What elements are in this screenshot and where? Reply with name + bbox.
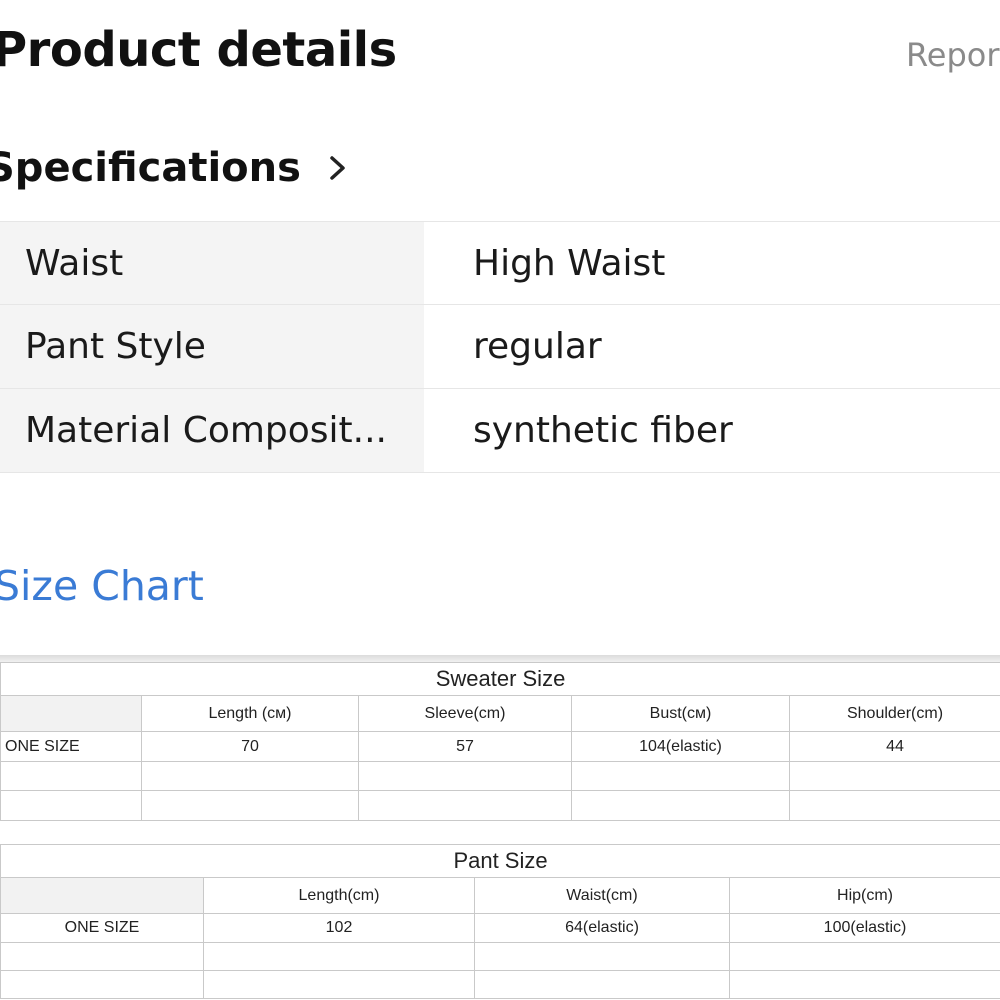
table-cell (203, 970, 475, 999)
table-cell (0, 970, 204, 999)
table-row: ONE SIZE 102 64(elastic) 100(elastic) (0, 913, 1000, 943)
header-cell (0, 695, 142, 732)
table-cell: 70 (141, 731, 359, 762)
table-cell (728, 970, 1000, 999)
table-row (0, 970, 1000, 999)
header-cell: Waist(cm) (474, 877, 730, 914)
table-cell: 100(elastic) (728, 913, 1000, 943)
table-row (0, 761, 1000, 791)
table-cell (0, 761, 142, 791)
table-cell (358, 790, 572, 821)
spec-row-material: Material Composit... synthetic fiber (0, 389, 1000, 473)
table-cell: 102 (203, 913, 475, 943)
spec-row-pant-style: Pant Style regular (0, 305, 1000, 389)
pant-size-table: Pant Size Length(cm) Waist(cm) Hip(cm) O… (0, 844, 1000, 999)
table-cell (0, 790, 142, 821)
header-cell: Sleeve(cm) (358, 695, 572, 732)
spec-key: Material Composit... (0, 389, 424, 472)
header-cell: Length(cm) (203, 877, 475, 914)
specifications-header[interactable]: Specifications (0, 140, 349, 196)
spec-key: Pant Style (0, 305, 424, 388)
table-row (0, 790, 1000, 821)
header-cell: Length (cм) (141, 695, 359, 732)
table-cell (789, 761, 1000, 791)
report-link[interactable]: Repor (906, 36, 1000, 74)
spec-key: Waist (0, 222, 424, 304)
specifications-title: Specifications (0, 145, 301, 191)
table-cell (571, 761, 790, 791)
spec-value: regular (473, 326, 602, 367)
table-cell (728, 942, 1000, 971)
header-cell: Bust(cм) (571, 695, 790, 732)
specifications-table: Waist High Waist Pant Style regular Mate… (0, 221, 1000, 473)
table-cell (358, 761, 572, 791)
table-cell (474, 970, 730, 999)
sweater-size-table: Sweater Size Length (cм) Sleeve(cm) Bust… (0, 662, 1000, 821)
header-cell: Hip(cm) (728, 877, 1000, 914)
table-cell (571, 790, 790, 821)
spec-row-waist: Waist High Waist (0, 221, 1000, 305)
table-cell (203, 942, 475, 971)
header-cell (0, 877, 204, 914)
chevron-right-icon (330, 156, 345, 180)
table-cell: 44 (789, 731, 1000, 762)
table-cell: ONE SIZE (0, 913, 204, 943)
pant-size-caption: Pant Size (0, 844, 1000, 878)
page-title: Product details (0, 22, 397, 78)
table-cell: 57 (358, 731, 572, 762)
table-cell (141, 790, 359, 821)
table-cell: 64(elastic) (474, 913, 730, 943)
table-row: ONE SIZE 70 57 104(elastic) 44 (0, 731, 1000, 762)
sweater-size-caption: Sweater Size (0, 662, 1000, 696)
table-cell (474, 942, 730, 971)
table-row (0, 942, 1000, 971)
size-chart-link[interactable]: Size Chart (0, 562, 204, 610)
table-cell (0, 942, 204, 971)
spec-value: synthetic fiber (473, 410, 733, 451)
table-cell (789, 790, 1000, 821)
header-cell: Shoulder(cm) (789, 695, 1000, 732)
table-cell: ONE SIZE (0, 731, 142, 762)
table-cell: 104(elastic) (571, 731, 790, 762)
spec-value: High Waist (473, 242, 666, 284)
table-cell (141, 761, 359, 791)
